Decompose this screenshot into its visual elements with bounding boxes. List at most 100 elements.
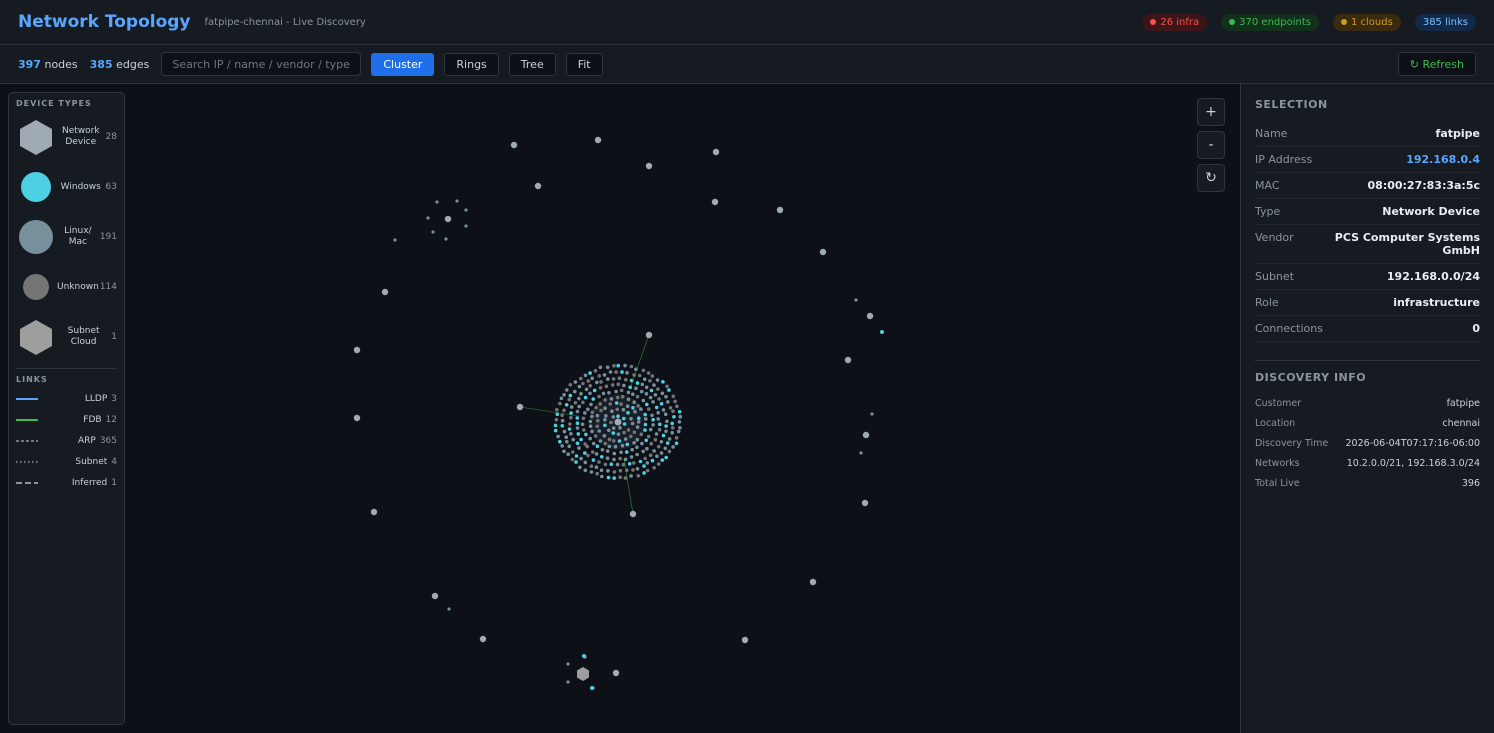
cluster-node[interactable] [619,388,624,393]
cluster-node[interactable] [644,392,649,396]
rings-button[interactable]: Rings [444,52,499,76]
satellite-node[interactable] [859,451,863,455]
cluster-node[interactable] [612,451,617,456]
cluster-node[interactable] [644,417,648,421]
cluster-node[interactable] [622,416,626,421]
cluster-node[interactable] [637,416,641,421]
cluster-node[interactable] [670,430,674,435]
cluster-node[interactable] [606,469,610,473]
cluster-node[interactable] [656,417,660,421]
cluster-node[interactable] [625,404,630,409]
legend-device-1[interactable]: Windows 63 [16,162,117,212]
cluster-node[interactable] [603,441,608,446]
cluster-node[interactable] [581,381,585,386]
cluster-node[interactable] [643,412,647,417]
cluster-node[interactable] [575,426,580,430]
cluster-node[interactable] [614,389,618,394]
cluster-node[interactable] [645,468,650,473]
cluster-node[interactable] [555,408,559,412]
cluster-node[interactable] [591,441,596,446]
satellite-node[interactable] [431,230,435,234]
cluster-node[interactable] [598,386,603,390]
cluster-node[interactable] [664,429,668,434]
cluster-node[interactable] [574,460,578,464]
cluster-node[interactable] [609,462,614,467]
cluster-node[interactable] [589,470,594,474]
cluster-node[interactable] [611,415,616,419]
cluster-node[interactable] [618,456,622,461]
zoom-out-button[interactable]: - [1197,131,1225,159]
satellite-node[interactable] [566,662,570,666]
hub-node[interactable] [614,418,622,426]
cluster-node[interactable] [677,420,682,424]
infra-node[interactable] [844,356,852,364]
cluster-node[interactable] [579,392,583,396]
cluster-node[interactable] [642,471,646,475]
cluster-node[interactable] [562,408,566,413]
cluster-node[interactable] [626,390,631,395]
cluster-node[interactable] [588,424,593,429]
cluster-node[interactable] [670,426,675,430]
cluster-node[interactable] [583,460,588,465]
fdb-link[interactable] [623,458,634,515]
cluster-node[interactable] [620,443,625,448]
cluster-node[interactable] [609,420,613,425]
cluster-node[interactable] [664,455,668,460]
cluster-node[interactable] [645,402,649,407]
cluster-node[interactable] [674,441,679,446]
cluster-node[interactable] [613,444,618,449]
cluster-node[interactable] [639,389,644,394]
cluster-node[interactable] [670,421,674,426]
cluster-node[interactable] [599,408,603,413]
cluster-node[interactable] [628,385,632,390]
cluster-node[interactable] [603,406,607,411]
cluster-node[interactable] [635,467,640,471]
cluster-node[interactable] [573,389,577,394]
cluster-node[interactable] [636,404,640,408]
cluster-node[interactable] [623,363,627,368]
cluster-node[interactable] [630,421,635,426]
cluster-node[interactable] [632,430,637,435]
zoom-in-button[interactable]: + [1197,98,1225,126]
legend-link-3[interactable]: Subnet 4 [16,451,117,472]
cluster-node[interactable] [583,442,587,446]
cluster-node[interactable] [626,397,631,402]
cluster-node[interactable] [640,382,645,387]
cluster-node[interactable] [658,422,662,427]
cluster-node[interactable] [616,414,620,419]
cluster-node[interactable] [671,409,675,414]
cluster-node[interactable] [573,400,578,405]
cluster-node[interactable] [577,384,582,389]
cluster-node[interactable] [567,427,572,431]
cluster-node[interactable] [607,428,611,433]
cluster-node[interactable] [586,407,590,412]
satellite-node[interactable] [464,208,468,212]
cluster-node[interactable] [602,434,607,438]
infra-node[interactable] [862,431,870,439]
legend-device-0[interactable]: Network Device 28 [16,112,117,162]
cluster-node[interactable] [661,433,666,438]
cluster-node[interactable] [616,382,621,387]
cluster-node[interactable] [581,400,585,405]
cluster-node[interactable] [647,407,651,411]
cluster-node[interactable] [603,398,607,402]
cluster-node[interactable] [607,391,611,395]
cluster-node[interactable] [603,418,607,422]
cluster-node[interactable] [651,417,655,422]
cluster-node[interactable] [579,437,583,442]
cluster-node[interactable] [605,456,610,461]
cluster-node[interactable] [597,374,602,378]
cluster-node[interactable] [657,427,662,432]
legend-link-1[interactable]: FDB 12 [16,409,117,430]
windows-node[interactable] [880,330,884,334]
cluster-node[interactable] [643,422,648,427]
cluster-node[interactable] [560,444,564,448]
cluster-node[interactable] [565,388,569,392]
cluster-node[interactable] [568,422,572,426]
cluster-node[interactable] [612,476,616,480]
infra-node[interactable] [353,414,361,422]
cluster-node[interactable] [612,457,616,462]
satellite-node[interactable] [393,238,397,242]
cluster-node[interactable] [676,429,681,434]
cluster-node[interactable] [583,468,588,473]
